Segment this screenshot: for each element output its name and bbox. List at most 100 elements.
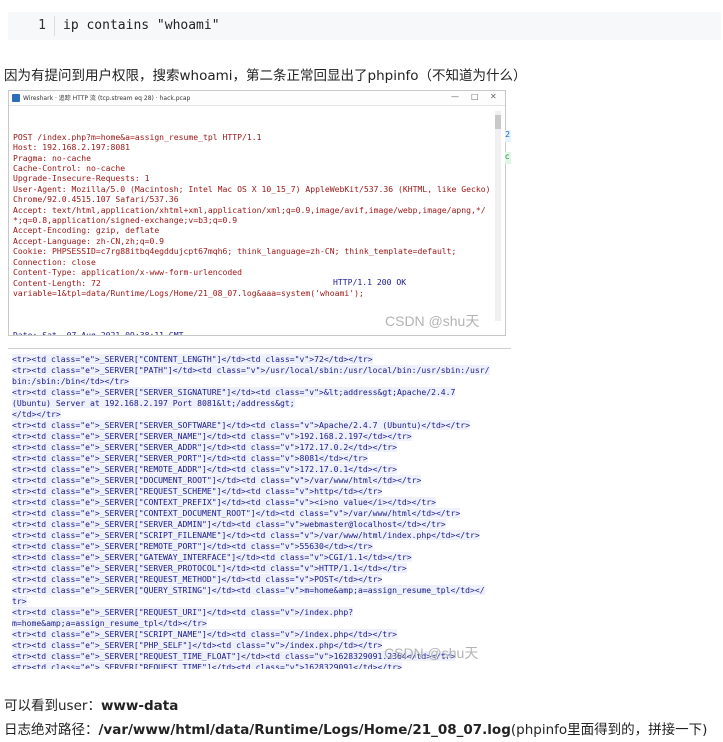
phpinfo-line-text: <tr><td class="e">_SERVER["CONTENT_LENGT… (12, 354, 373, 364)
close-button[interactable]: ✕ (490, 92, 497, 101)
phpinfo-line-text: <tr><td class="e">_SERVER["SERVER_PROTOC… (12, 563, 407, 573)
phpinfo-line-text: <tr><td class="e">_SERVER["REQUEST_TIME"… (12, 662, 402, 669)
phpinfo-line: <tr><td class="e">_SERVER["REQUEST_SCHEM… (12, 486, 510, 497)
maximize-button[interactable]: □ (471, 92, 479, 101)
wireshark-follow-stream-window: Wireshark · 追踪 HTTP 流 (tcp.stream eq 28)… (8, 90, 506, 336)
phpinfo-line: <tr><td class="e">_SERVER["REMOTE_PORT"]… (12, 541, 510, 552)
request-line: Accept: text/html,application/xhtml+xml,… (13, 204, 486, 215)
phpinfo-line: <tr><td class="e">_SERVER["PATH"]</td><t… (12, 365, 510, 376)
strip-item-b: c (505, 152, 511, 164)
paragraph-log-path: 日志绝对路径：/var/www/html/data/Runtime/Logs/H… (4, 718, 707, 738)
phpinfo-line-text: m=home&amp;a=assign_resume_tpl</td></tr> (12, 618, 207, 628)
phpinfo-line: tr> (12, 596, 510, 607)
phpinfo-line: <tr><td class="e">_SERVER["REQUEST_TIME"… (12, 662, 510, 669)
phpinfo-line: <tr><td class="e">_SERVER["SERVER_ADMIN"… (12, 519, 510, 530)
request-line: Chrome/92.0.4515.107 Safari/537.36 (13, 194, 179, 205)
phpinfo-line: <tr><td class="e">_SERVER["REMOTE_ADDR"]… (12, 464, 510, 475)
phpinfo-line: <tr><td class="e">_SERVER["REQUEST_URI"]… (12, 607, 510, 618)
phpinfo-line-text: <tr><td class="e">_SERVER["DOCUMENT_ROOT… (12, 475, 422, 485)
response-status-tail: HTTP/1.1 200 OK (333, 277, 407, 287)
log-path-label: 日志绝对路径： (4, 722, 99, 738)
phpinfo-line-text: <tr><td class="e">_SERVER["REQUEST_URI"]… (12, 607, 354, 617)
paragraph-whoami-search: 因为有提问到用户权限，搜索whoami，第二条正常回显出了phpinfo（不知道… (4, 68, 527, 84)
window-title: Wireshark · 追踪 HTTP 流 (tcp.stream eq 28)… (23, 95, 191, 102)
phpinfo-line-text: <tr><td class="e">_SERVER["SERVER_ADMIN"… (12, 519, 446, 529)
log-path-note: (phpinfo里面得到的，拼接一下) (510, 722, 708, 738)
phpinfo-line: bin:/sbin:/bin</td></tr> (12, 376, 510, 387)
phpinfo-line: <tr><td class="e">_SERVER["CONTENT_LENGT… (12, 354, 510, 365)
phpinfo-line: <tr><td class="e">_SERVER["SERVER_ADDR"]… (12, 442, 510, 453)
strip-item-a: 2 (505, 130, 511, 142)
phpinfo-line-text: <tr><td class="e">_SERVER["PHP_SELF"]</t… (12, 640, 383, 650)
user-value: www-data (100, 698, 179, 714)
phpinfo-line: <tr><td class="e">_SERVER["CONTEXT_DOCUM… (12, 508, 510, 519)
watermark: CSDN @shu天 (385, 313, 480, 329)
phpinfo-lines: <tr><td class="e">_SERVER["CONTENT_LENGT… (12, 354, 510, 669)
window-titlebar: Wireshark · 追踪 HTTP 流 (tcp.stream eq 28)… (9, 91, 505, 106)
request-line: Connection: close (13, 256, 96, 267)
scrollbar-thumb[interactable] (495, 115, 501, 129)
phpinfo-line-text: </td></tr> (12, 409, 61, 419)
phpinfo-line: </td></tr> (12, 409, 510, 420)
wireshark-icon (12, 94, 20, 102)
line-number-divider (54, 16, 55, 36)
phpinfo-source-view: <tr><td class="e">_SERVER["CONTENT_LENGT… (8, 348, 511, 669)
phpinfo-line-text: <tr><td class="e">_SERVER["QUERY_STRING"… (12, 585, 485, 595)
phpinfo-line-text: <tr><td class="e">_SERVER["SERVER_SIGNAT… (12, 387, 456, 397)
phpinfo-line-text: bin:/sbin:/bin</td></tr> (12, 376, 129, 386)
phpinfo-line-text: tr> (12, 596, 27, 606)
request-line: Pragma: no-cache (13, 152, 91, 163)
phpinfo-line: <tr><td class="e">_SERVER["CONTEXT_PREFI… (12, 497, 510, 508)
request-line: variable=1&tpl=data/Runtime/Logs/Home/21… (13, 287, 364, 298)
request-line: POST /index.php?m=home&a=assign_resume_t… (13, 131, 262, 142)
vertical-scrollbar[interactable] (495, 111, 501, 321)
phpinfo-line: <tr><td class="e">_SERVER["SERVER_PORT"]… (12, 453, 510, 464)
request-line: Accept-Encoding: gzip, deflate (13, 225, 160, 236)
phpinfo-line: <tr><td class="e">_SERVER["SERVER_SIGNAT… (12, 387, 510, 398)
code-block: 1 ip contains "whoami" (8, 12, 721, 40)
paragraph-user: 可以看到user：www-data (4, 694, 178, 714)
phpinfo-line: <tr><td class="e">_SERVER["SCRIPT_NAME"]… (12, 629, 510, 640)
phpinfo-line-text: <tr><td class="e">_SERVER["SERVER_NAME"]… (12, 431, 412, 441)
phpinfo-line-text: <tr><td class="e">_SERVER["SERVER_ADDR"]… (12, 442, 397, 452)
phpinfo-line: <tr><td class="e">_SERVER["SERVER_SOFTWA… (12, 420, 510, 431)
phpinfo-line: <tr><td class="e">_SERVER["SCRIPT_FILENA… (12, 530, 510, 541)
request-lines: POST /index.php?m=home&a=assign_resume_t… (13, 131, 491, 299)
phpinfo-line-text: <tr><td class="e">_SERVER["SERVER_SOFTWA… (12, 420, 471, 430)
request-line: Accept-Language: zh-CN,zh;q=0.9 (13, 235, 165, 246)
background-app-strip: 2 c (505, 130, 511, 170)
minimize-button[interactable]: — (451, 92, 459, 101)
request-line: Content-Type: application/x-www-form-url… (13, 267, 243, 278)
phpinfo-line-text: <tr><td class="e">_SERVER["REQUEST_METHO… (12, 574, 383, 584)
request-line: Content-Length: 72 (13, 277, 101, 288)
phpinfo-line-text: <tr><td class="e">_SERVER["REMOTE_ADDR"]… (12, 464, 397, 474)
phpinfo-line: <tr><td class="e">_SERVER["SERVER_NAME"]… (12, 431, 510, 442)
request-line: *;q=0.8,application/signed-exchange;v=b3… (13, 215, 238, 226)
phpinfo-line-text: <tr><td class="e">_SERVER["SERVER_PORT"]… (12, 453, 368, 463)
phpinfo-line: <tr><td class="e">_SERVER["GATEWAY_INTER… (12, 552, 510, 563)
phpinfo-line: <tr><td class="e">_SERVER["QUERY_STRING"… (12, 585, 510, 596)
request-line: Host: 192.168.2.197:8081 (13, 142, 130, 153)
phpinfo-line: <tr><td class="e">_SERVER["REQUEST_METHO… (12, 574, 510, 585)
request-line: Cache-Control: no-cache (13, 163, 126, 174)
log-path-value: /var/www/html/data/Runtime/Logs/Home/21_… (98, 722, 511, 738)
phpinfo-line: <tr><td class="e">_SERVER["SERVER_PROTOC… (12, 563, 510, 574)
request-line: User-Agent: Mozilla/5.0 (Macintosh; Inte… (13, 183, 491, 194)
line-number: 1 (38, 18, 46, 33)
user-label: 可以看到user： (4, 698, 101, 714)
phpinfo-line: (Ubuntu) Server at 192.168.2.197 Port 80… (12, 398, 510, 409)
phpinfo-line-text: <tr><td class="e">_SERVER["CONTEXT_DOCUM… (12, 508, 461, 518)
stream-content: POST /index.php?m=home&a=assign_resume_t… (13, 111, 491, 335)
phpinfo-line-text: (Ubuntu) Server at 192.168.2.197 Port 80… (12, 398, 295, 408)
phpinfo-line-text: <tr><td class="e">_SERVER["GATEWAY_INTER… (12, 552, 412, 562)
phpinfo-line-text: <tr><td class="e">_SERVER["CONTEXT_PREFI… (12, 497, 436, 507)
phpinfo-line-text: <tr><td class="e">_SERVER["REMOTE_PORT"]… (12, 541, 373, 551)
phpinfo-line-text: <tr><td class="e">_SERVER["REQUEST_SCHEM… (12, 486, 383, 496)
request-line: Cookie: PHPSESSID=c7rg88itbq4egddujcpt67… (13, 246, 457, 257)
phpinfo-line-text: <tr><td class="e">_SERVER["SCRIPT_FILENA… (12, 530, 480, 540)
phpinfo-line-text: <tr><td class="e">_SERVER["PATH"]</td><t… (12, 365, 490, 375)
phpinfo-line-text: <tr><td class="e">_SERVER["SCRIPT_NAME"]… (12, 629, 397, 639)
phpinfo-line: <tr><td class="e">_SERVER["DOCUMENT_ROOT… (12, 475, 510, 486)
code-line: ip contains "whoami" (63, 18, 220, 33)
request-line: Upgrade-Insecure-Requests: 1 (13, 173, 150, 184)
